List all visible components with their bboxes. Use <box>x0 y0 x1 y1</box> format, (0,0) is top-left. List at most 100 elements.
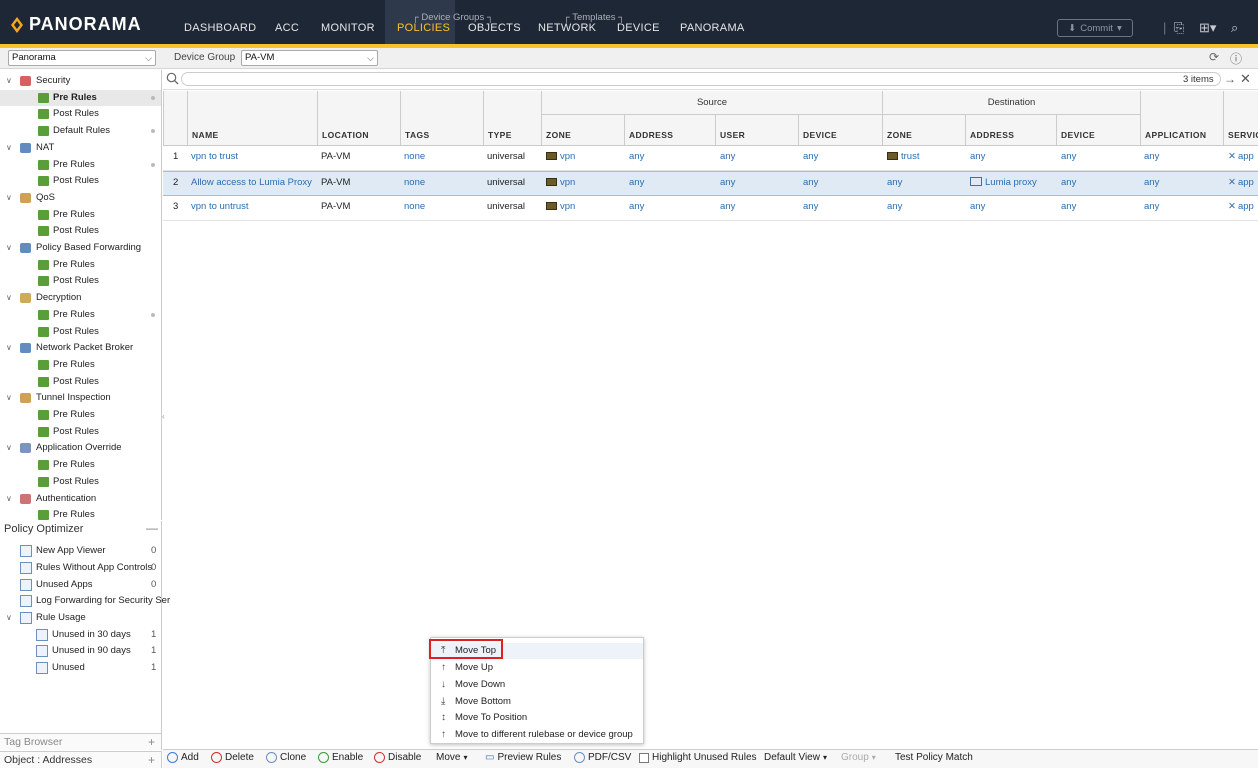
header-source-zone[interactable]: ZONE <box>541 115 624 145</box>
tree-item-post-rules[interactable]: Post Rules <box>0 273 161 289</box>
move-button[interactable]: Move ▾ <box>436 752 467 763</box>
tree-item-post-rules[interactable]: Post Rules <box>0 324 161 340</box>
header-destination-zone[interactable]: ZONE <box>882 115 965 145</box>
tag-browser[interactable]: Tag Browser + <box>0 733 162 750</box>
cell-src-device[interactable]: any <box>803 151 818 162</box>
tree-item-pre-rules[interactable]: Pre Rules <box>0 507 161 520</box>
header-service[interactable]: SERVIC <box>1223 91 1258 145</box>
chevron-down-icon[interactable]: ∨ <box>6 390 12 406</box>
optimizer-item-log-forwarding-for-security-ser[interactable]: Log Forwarding for Security Ser <box>0 593 170 609</box>
tree-item-pre-rules[interactable]: Pre Rules <box>0 157 161 173</box>
tree-item-pre-rules[interactable]: Pre Rules <box>0 457 161 473</box>
header-application[interactable]: APPLICATION <box>1140 91 1223 145</box>
tree-section-application-override[interactable]: ∨ Application Override <box>0 440 161 456</box>
cell-application[interactable]: any <box>1144 151 1159 162</box>
table-row[interactable]: 1 vpn to trust PA-VM none universal vpn any any… <box>163 146 1258 171</box>
collapse-handle-icon[interactable]: ‹ <box>162 412 166 426</box>
chevron-down-icon[interactable]: ∨ <box>6 140 12 156</box>
context-select[interactable]: Panorama ⌵ <box>8 50 156 66</box>
tree-section-security[interactable]: ∨ Security <box>0 73 161 89</box>
table-row[interactable]: 2 Allow access to Lumia Proxy PA-VM none uni… <box>163 171 1258 196</box>
chevron-down-icon[interactable]: ∨ <box>6 610 12 626</box>
header-type[interactable]: TYPE <box>483 91 541 145</box>
optimizer-item-unused-in-30-days[interactable]: Unused in 30 days 1 <box>0 627 161 643</box>
menu-item-move-to-rulebase[interactable]: ↑ Move to different rulebase or device gr… <box>431 727 643 743</box>
cell-dst-zone[interactable]: any <box>887 177 902 188</box>
optimizer-item-unused-apps[interactable]: Unused Apps 0 <box>0 577 161 593</box>
cell-dst-device[interactable]: any <box>1061 177 1076 188</box>
tab-panorama[interactable]: PANORAMA <box>680 22 745 34</box>
config-lock-icon[interactable]: ⎘ <box>1174 20 1184 36</box>
highlight-unused-rules[interactable]: Highlight Unused Rules <box>639 752 757 763</box>
cell-name[interactable]: Allow access to Lumia Proxy <box>191 177 312 188</box>
header-source-address[interactable]: ADDRESS <box>624 115 715 145</box>
pdf-csv-button[interactable]: PDF/CSV <box>574 752 631 763</box>
menu-item-move-down[interactable]: ↓ Move Down <box>431 677 643 693</box>
header-tags[interactable]: TAGS <box>400 91 483 145</box>
optimizer-item-new-app-viewer[interactable]: New App Viewer 0 <box>0 543 161 559</box>
chevron-down-icon[interactable]: ∨ <box>6 340 12 356</box>
tab-objects[interactable]: OBJECTS <box>468 22 521 34</box>
cell-src-zone[interactable]: vpn <box>546 177 575 188</box>
tab-network[interactable]: NETWORK <box>538 22 596 34</box>
cell-user[interactable]: any <box>720 177 735 188</box>
test-policy-match-button[interactable]: Test Policy Match <box>895 752 973 763</box>
header-name[interactable]: NAME <box>187 91 317 145</box>
cell-dst-addr[interactable]: any <box>970 201 985 212</box>
tree-item-post-rules[interactable]: Post Rules <box>0 374 161 390</box>
tab-monitor[interactable]: MONITOR <box>321 22 375 34</box>
highlight-checkbox[interactable] <box>639 752 649 763</box>
cell-user[interactable]: any <box>720 151 735 162</box>
cell-dst-zone[interactable]: trust <box>887 151 919 162</box>
cell-dst-addr[interactable]: Lumia proxy <box>970 177 1037 188</box>
tree-item-post-rules[interactable]: Post Rules <box>0 474 161 490</box>
tree-item-pre-rules[interactable]: Pre Rules <box>0 407 161 423</box>
plus-icon[interactable]: + <box>148 752 155 768</box>
commit-button[interactable]: ⬇ Commit ▾ <box>1057 19 1133 37</box>
preview-rules-button[interactable]: ▭ Preview Rules <box>485 752 561 763</box>
search-icon[interactable]: ⌕ <box>1231 20 1238 36</box>
tree-item-pre-rules[interactable]: Pre Rules <box>0 257 161 273</box>
help-icon[interactable]: ⓘ <box>1230 50 1242 67</box>
object-browser[interactable]: Object : Addresses + <box>0 751 162 768</box>
tab-dashboard[interactable]: DASHBOARD <box>184 22 256 34</box>
tab-acc[interactable]: ACC <box>275 22 299 34</box>
cell-src-device[interactable]: any <box>803 201 818 212</box>
optimizer-item-rules-without-app-controls[interactable]: Rules Without App Controls 0 <box>0 560 161 576</box>
tree-item-post-rules[interactable]: Post Rules <box>0 173 161 189</box>
cell-service[interactable]: ✕ app <box>1228 201 1254 212</box>
clone-button[interactable]: Clone <box>266 752 306 763</box>
cell-dst-zone[interactable]: any <box>887 201 902 212</box>
header-destination-address[interactable]: ADDRESS <box>965 115 1056 145</box>
tree-section-authentication[interactable]: ∨ Authentication <box>0 491 161 507</box>
device-group-select[interactable]: PA-VM ⌵ <box>241 50 378 66</box>
tree-section-tunnel-inspection[interactable]: ∨ Tunnel Inspection <box>0 390 161 406</box>
delete-button[interactable]: Delete <box>211 752 254 763</box>
search-input[interactable] <box>181 72 1221 86</box>
chevron-down-icon[interactable]: ∨ <box>6 73 12 89</box>
cell-application[interactable]: any <box>1144 177 1159 188</box>
cell-application[interactable]: any <box>1144 201 1159 212</box>
tree-item-pre-rules[interactable]: Pre Rules <box>0 207 161 223</box>
cell-src-addr[interactable]: any <box>629 151 644 162</box>
tree-item-post-rules[interactable]: Post Rules <box>0 424 161 440</box>
tree-section-decryption[interactable]: ∨ Decryption <box>0 290 161 306</box>
tree-item-pre-rules[interactable]: Pre Rules <box>0 89 161 106</box>
cell-dst-device[interactable]: any <box>1061 151 1076 162</box>
cell-tags[interactable]: none <box>404 201 425 212</box>
tree-item-post-rules[interactable]: Post Rules <box>0 223 161 239</box>
chevron-down-icon[interactable]: ∨ <box>6 190 12 206</box>
chevron-down-icon[interactable]: ∨ <box>6 240 12 256</box>
table-row[interactable]: 3 vpn to untrust PA-VM none universal vpn any a… <box>163 196 1258 221</box>
tree-section-nat[interactable]: ∨ NAT <box>0 140 161 156</box>
clear-filter-icon[interactable]: ✕ <box>1240 71 1251 87</box>
plus-icon[interactable]: + <box>148 734 155 750</box>
cell-tags[interactable]: none <box>404 151 425 162</box>
menu-item-move-up[interactable]: ↑ Move Up <box>431 660 643 676</box>
menu-item-move-to-position[interactable]: ↕ Move To Position <box>431 710 643 726</box>
group-button[interactable]: Group ▾ <box>841 752 876 763</box>
view-select[interactable]: Default View ▾ <box>764 752 827 763</box>
header-source-device[interactable]: DEVICE <box>798 115 882 145</box>
optimizer-item-rule-usage[interactable]: ∨ Rule Usage <box>0 610 161 626</box>
cell-tags[interactable]: none <box>404 177 425 188</box>
